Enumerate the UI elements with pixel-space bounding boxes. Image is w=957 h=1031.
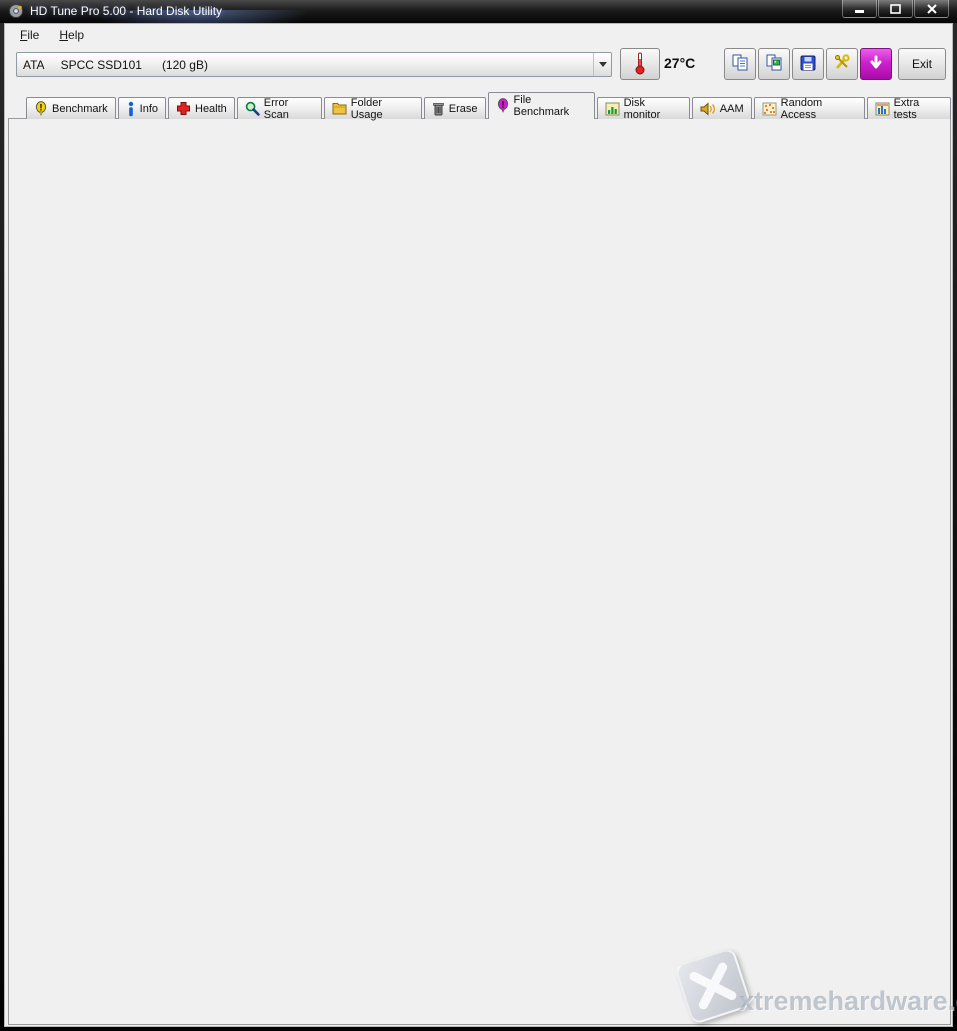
minimize-button[interactable]	[842, 0, 877, 18]
menubar: File Help	[12, 26, 92, 45]
exit-label: Exit	[912, 57, 932, 71]
maximize-button[interactable]	[878, 0, 913, 18]
tab-error-scan[interactable]: Error Scan	[237, 97, 322, 119]
tab-label: Info	[140, 103, 158, 115]
exit-button[interactable]: Exit	[898, 48, 946, 80]
tab-aam[interactable]: AAM	[692, 97, 752, 119]
copy-text-button[interactable]	[724, 48, 756, 80]
temperature-button[interactable]	[620, 48, 660, 80]
tab-label: Disk monitor	[624, 97, 682, 121]
tabbar: ! Benchmark Info Health Error Scan Folder Usa…	[26, 95, 953, 119]
save-button[interactable]	[792, 48, 824, 80]
tab-label: Error Scan	[264, 97, 314, 121]
client-area: File Help ATA SPCC SSD101 (120 gB) 27°C …	[4, 23, 953, 1027]
watermark-text: xtremehardware.com	[739, 986, 957, 1017]
benchmark-icon: !	[34, 101, 48, 117]
erase-icon	[432, 101, 445, 116]
disk-monitor-icon	[605, 102, 620, 116]
combo-arrow[interactable]	[593, 53, 611, 76]
file-benchmark-panel	[8, 118, 951, 1025]
download-arrow-icon	[868, 55, 884, 74]
health-icon	[176, 101, 191, 116]
aam-icon	[700, 102, 716, 116]
tab-label: Erase	[449, 103, 478, 115]
info-icon	[126, 101, 136, 117]
tab-random-access[interactable]: Random Access	[754, 97, 865, 119]
window-controls	[841, 0, 949, 18]
drive-select-combobox[interactable]: ATA SPCC SSD101 (120 gB)	[16, 52, 612, 77]
svg-text:!: !	[501, 99, 504, 110]
drive-select-value: ATA SPCC SSD101 (120 gB)	[17, 58, 593, 72]
tab-label: File Benchmark	[514, 94, 587, 118]
folder-usage-icon	[332, 102, 347, 115]
error-scan-icon	[245, 101, 260, 116]
tab-extra-tests[interactable]: Extra tests	[867, 97, 951, 119]
close-button[interactable]	[914, 0, 949, 18]
copy-image-icon	[766, 54, 783, 74]
extra-tests-icon	[875, 102, 890, 116]
window-title: HD Tune Pro 5.00 - Hard Disk Utility	[30, 4, 222, 18]
update-button[interactable]	[860, 48, 892, 80]
tab-benchmark[interactable]: ! Benchmark	[26, 97, 116, 119]
options-button[interactable]	[826, 48, 858, 80]
tab-info[interactable]: Info	[118, 97, 166, 119]
titlebar: HD Tune Pro 5.00 - Hard Disk Utility	[0, 0, 957, 23]
temperature-value: 27°C	[664, 55, 695, 71]
tab-label: Benchmark	[52, 103, 108, 115]
menu-file[interactable]: File	[12, 26, 47, 45]
tab-disk-monitor[interactable]: Disk monitor	[597, 97, 690, 119]
copy-image-button[interactable]	[758, 48, 790, 80]
tab-erase[interactable]: Erase	[424, 97, 486, 119]
save-icon	[800, 55, 816, 74]
tab-health[interactable]: Health	[168, 97, 235, 119]
random-access-icon	[762, 102, 777, 116]
tab-label: Folder Usage	[351, 97, 414, 121]
tab-label: AAM	[720, 103, 744, 115]
tab-file-benchmark[interactable]: ! File Benchmark	[488, 92, 595, 119]
menu-help[interactable]: Help	[51, 26, 92, 45]
tab-label: Health	[195, 103, 227, 115]
screen: { "window": { "title": "HD Tune Pro 5.00…	[0, 0, 957, 1031]
copy-text-icon	[732, 54, 749, 74]
tab-label: Random Access	[781, 97, 857, 121]
app-icon	[8, 3, 24, 19]
tab-folder-usage[interactable]: Folder Usage	[324, 97, 422, 119]
thermometer-icon	[633, 51, 647, 78]
options-icon	[834, 54, 851, 74]
tab-label: Extra tests	[894, 97, 943, 121]
file-benchmark-icon: !	[496, 98, 510, 114]
svg-text:!: !	[39, 102, 42, 113]
